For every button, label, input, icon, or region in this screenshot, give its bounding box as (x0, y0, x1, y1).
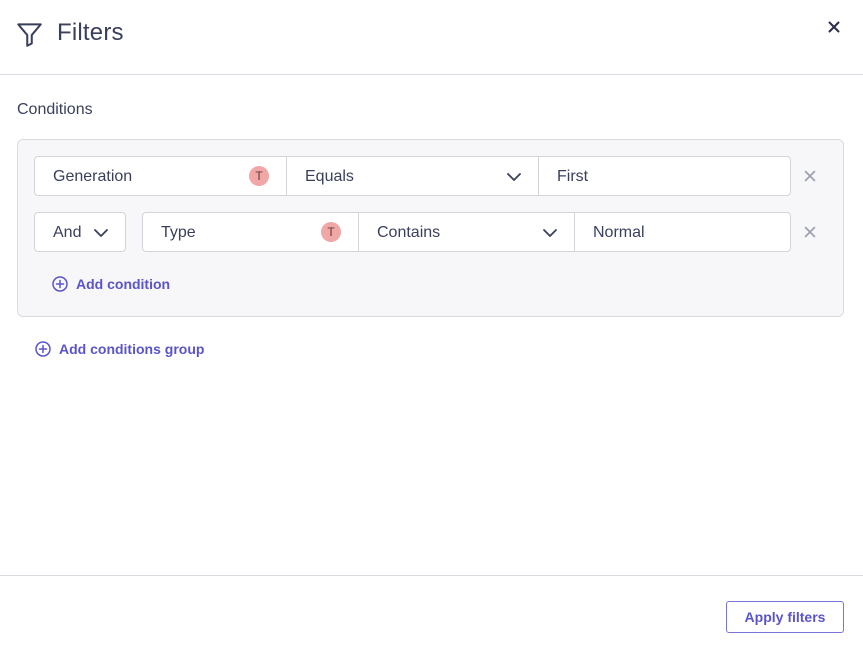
modal-footer: Apply filters (0, 575, 863, 651)
text-type-badge: T (321, 222, 341, 242)
value-input-text: Normal (593, 224, 645, 241)
value-input[interactable]: Normal (574, 212, 791, 252)
field-select[interactable]: Type T (142, 212, 359, 252)
chevron-down-icon (507, 173, 521, 181)
conditions-label: Conditions (17, 101, 93, 118)
add-condition-button[interactable]: Add condition (52, 276, 170, 292)
filter-icon (17, 23, 42, 47)
value-input-text: First (557, 168, 589, 185)
modal-title: Filters (57, 19, 124, 46)
chevron-down-icon (94, 229, 108, 237)
field-select[interactable]: Generation T (34, 156, 287, 196)
plus-circle-icon (35, 341, 51, 357)
operator-select[interactable]: Contains (358, 212, 575, 252)
remove-condition-icon[interactable] (804, 170, 816, 182)
field-select-value: Generation (53, 168, 133, 185)
modal-header: Filters (0, 0, 863, 75)
conjunction-select-value: And (53, 224, 82, 241)
field-select-value: Type (161, 224, 196, 241)
chevron-down-icon (543, 229, 557, 237)
value-input[interactable]: First (538, 156, 791, 196)
operator-select[interactable]: Equals (286, 156, 539, 196)
add-conditions-group-button[interactable]: Add conditions group (35, 341, 204, 357)
apply-filters-button[interactable]: Apply filters (726, 601, 844, 633)
add-conditions-group-label: Add conditions group (59, 341, 205, 357)
operator-select-value: Equals (305, 168, 354, 185)
conditions-group: Generation T Equals First And Type T Con… (17, 139, 844, 317)
close-icon[interactable] (825, 18, 843, 36)
text-type-badge: T (249, 166, 269, 186)
conjunction-select[interactable]: And (34, 212, 126, 252)
plus-circle-icon (52, 276, 68, 292)
remove-condition-icon[interactable] (804, 226, 816, 238)
operator-select-value: Contains (377, 224, 441, 241)
add-condition-label: Add condition (76, 276, 171, 292)
